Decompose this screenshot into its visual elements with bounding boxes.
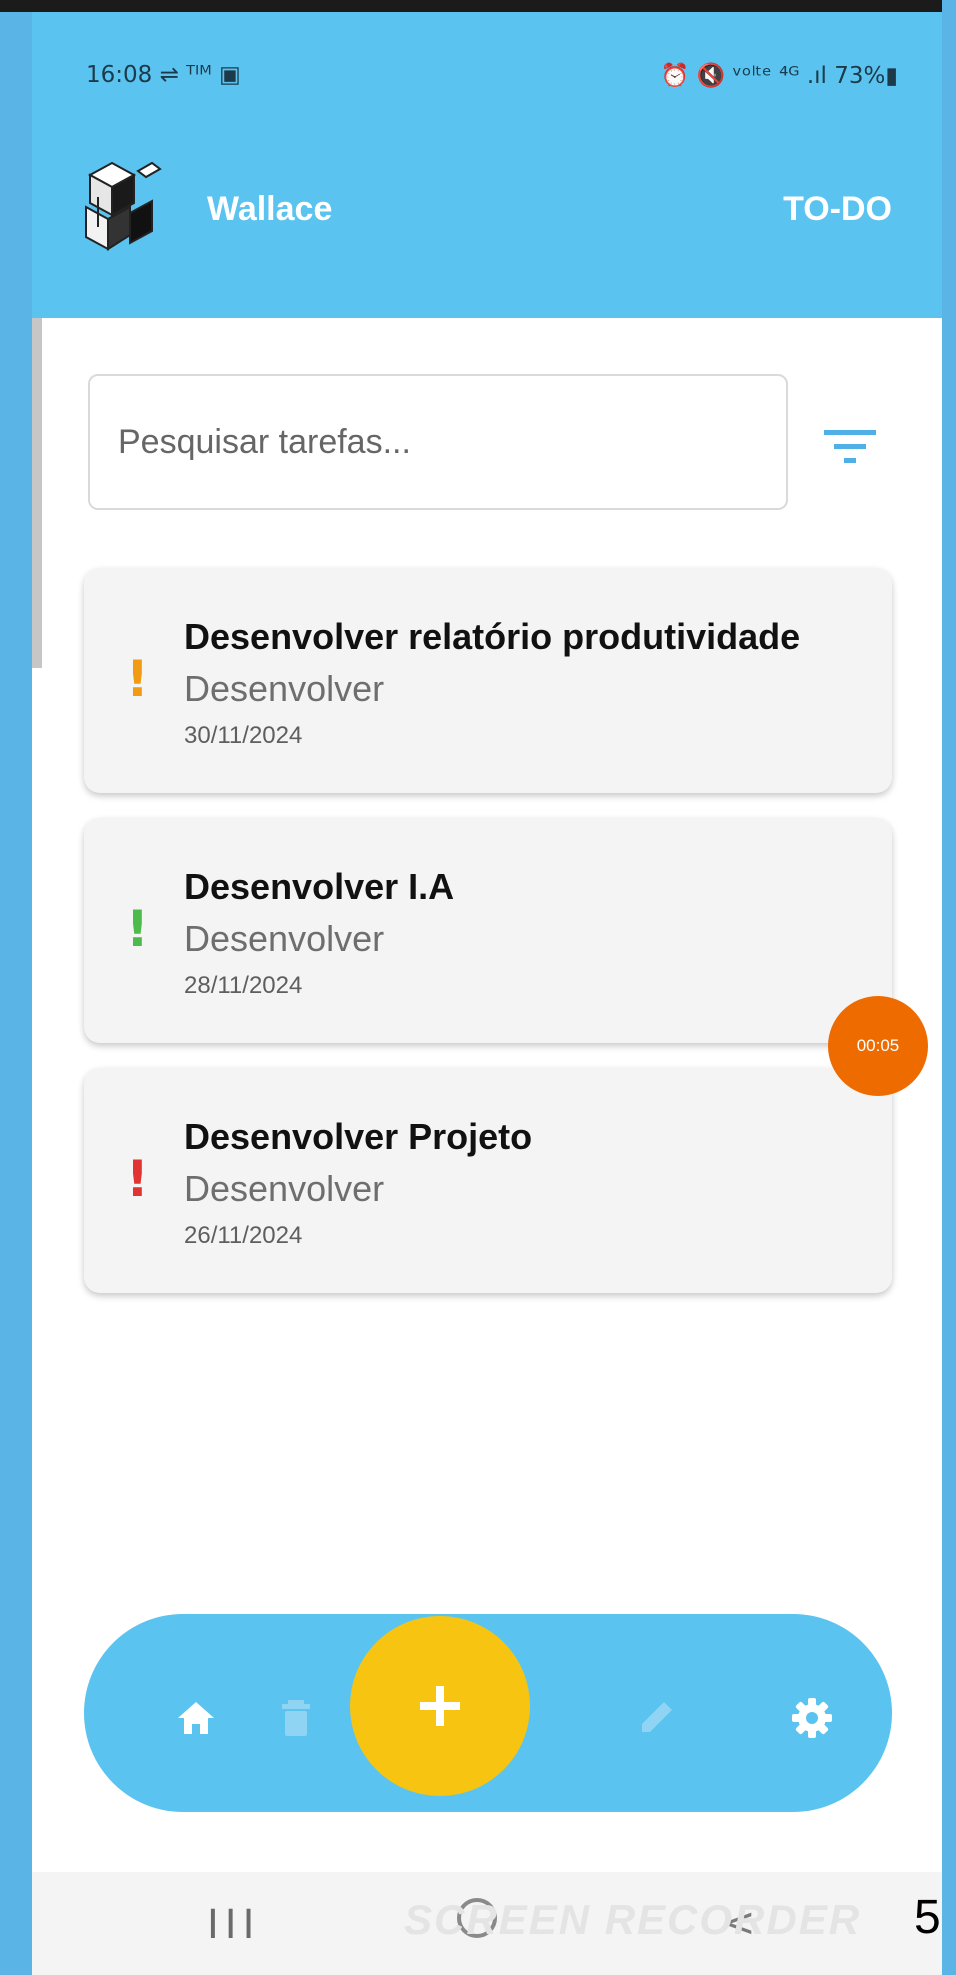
task-category: Desenvolver [184, 918, 385, 959]
priority-indicator: ! [126, 900, 149, 958]
task-card[interactable]: ! Desenvolver relatório produtividade De… [84, 568, 892, 793]
priority-indicator: ! [126, 1150, 149, 1208]
task-title: Desenvolver I.A [184, 866, 455, 907]
search-input[interactable]: Pesquisar tarefas... [88, 374, 788, 510]
priority-indicator: ! [126, 650, 149, 708]
status-bar-left: 16:08 ⇌ ᵀᴵᴹ ▣ [86, 62, 241, 88]
recording-timer-badge[interactable]: 00:05 [828, 996, 928, 1096]
phone-screen: 16:08 ⇌ ᵀᴵᴹ ▣ ⏰ 🔇 ᵛᵒˡᵗᵉ ⁴ᴳ .ıl 73%▮ Wall… [32, 12, 942, 1975]
home-icon[interactable] [174, 1696, 218, 1740]
status-bar-right: ⏰ 🔇 ᵛᵒˡᵗᵉ ⁴ᴳ .ıl 73%▮ [660, 63, 898, 89]
pencil-icon[interactable] [634, 1696, 678, 1740]
trash-icon[interactable] [274, 1696, 318, 1740]
task-date: 28/11/2024 [184, 972, 303, 999]
task-date: 26/11/2024 [184, 1222, 303, 1249]
task-category: Desenvolver [184, 668, 385, 709]
task-date: 30/11/2024 [184, 722, 303, 749]
gear-icon[interactable] [790, 1696, 834, 1740]
scroll-indicator [32, 318, 42, 668]
top-border [0, 0, 942, 12]
task-card[interactable]: ! Desenvolver Projeto Desenvolver 26/11/… [84, 1068, 892, 1293]
task-category: Desenvolver [184, 1168, 385, 1209]
task-title: Desenvolver Projeto [184, 1116, 533, 1157]
search-placeholder: Pesquisar tarefas... [118, 422, 411, 461]
todo-label[interactable]: TO-DO [783, 190, 892, 229]
task-card[interactable]: ! Desenvolver I.A Desenvolver 28/11/2024 [84, 818, 892, 1043]
task-title: Desenvolver relatório produtividade [184, 616, 801, 657]
page-number: 5 [914, 1891, 941, 1944]
add-task-button[interactable] [350, 1616, 530, 1796]
cube-logo-icon [85, 161, 162, 251]
screen-recorder-watermark: SCREEN RECORDER [404, 1896, 862, 1943]
filter-icon[interactable] [822, 424, 878, 468]
recents-button[interactable]: III [207, 1902, 260, 1948]
plus-icon [420, 1686, 460, 1726]
app-title: Wallace [207, 190, 333, 228]
app-bar: 16:08 ⇌ ᵀᴵᴹ ▣ ⏰ 🔇 ᵛᵒˡᵗᵉ ⁴ᴳ .ıl 73%▮ Wall… [32, 12, 942, 318]
